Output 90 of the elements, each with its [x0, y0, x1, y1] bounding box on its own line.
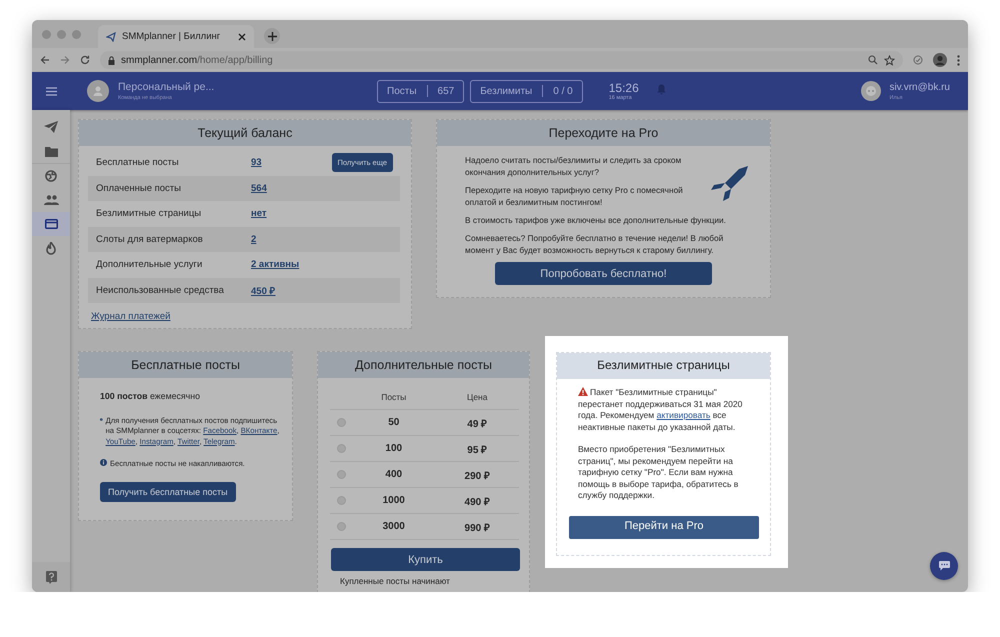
promo-paragraph: Переходите на новую тарифную сетку Pro с помесячной оплатой и безлимитным постингом! — [465, 184, 684, 208]
browser-tab[interactable]: SMMplanner | Биллинг — [98, 25, 254, 48]
radio-button[interactable] — [336, 418, 346, 427]
price: 49 ₽ — [466, 418, 488, 430]
user-avatar[interactable] — [861, 81, 882, 101]
close-icon[interactable] — [238, 32, 246, 40]
balance-label: Оплаченные посты — [96, 182, 182, 194]
card-header: Дополнительные посты — [318, 352, 529, 378]
balance-label: Дополнительные услуги — [96, 259, 204, 270]
column-header: Посты — [380, 392, 408, 402]
balance-label: Слоты для ватермарков — [96, 234, 204, 245]
payment-log-link[interactable]: Журнал платежей — [91, 311, 170, 322]
posts-count: 1000 — [382, 495, 406, 506]
radio-button[interactable] — [336, 470, 346, 479]
menu-icon[interactable] — [957, 54, 960, 66]
globe-icon — [45, 170, 57, 182]
balance-value-link[interactable]: 2 активны — [251, 259, 300, 270]
send-icon — [106, 32, 116, 42]
card-header: Текущий баланс — [79, 120, 411, 146]
promo-paragraph: Сомневаетесь? Попробуйте бесплатно в течение недели! В любой момент у Вас будет возможность вернуться к старому биллингу. — [465, 232, 724, 256]
tab-title: SMMplanner | Биллинг — [122, 31, 222, 42]
new-tab-button[interactable] — [264, 28, 280, 44]
get-free-posts-button[interactable]: Получить бесплатные посты — [100, 482, 236, 502]
rocket-icon — [711, 166, 749, 201]
promo-paragraph: Надоело считать посты/безлимиты и следить за сроком окончания дополнительных услуг? — [465, 154, 682, 178]
purchase-note: Купленные посты начинают — [340, 576, 451, 587]
reload-icon[interactable] — [80, 55, 90, 65]
balance-value-link[interactable]: 93 — [251, 157, 262, 168]
plus-icon — [268, 32, 276, 40]
chat-button[interactable] — [930, 552, 958, 580]
posts-count: 50 — [387, 417, 400, 428]
folder-icon — [44, 146, 58, 156]
buy-button[interactable]: Купить — [331, 548, 520, 571]
posts-count: 100 — [384, 443, 404, 454]
promo-paragraph: В стоимость тарифов уже включены все дополнительные функции. — [465, 214, 727, 226]
menu-icon[interactable] — [46, 86, 56, 96]
price: 290 ₽ — [464, 470, 491, 482]
profile-avatar[interactable] — [933, 53, 947, 67]
posts-count: 3000 — [382, 521, 406, 532]
lock-icon — [108, 56, 115, 64]
counter-label: Посты — [387, 86, 417, 96]
recommendation-text: Вместо приобретения "Безлимитных страниц", мы рекомендуем перейти на тарифную сетку "Pro". Если вам нужна помощь в выборе тарифа, обратитесь в службу поддержки. — [578, 444, 740, 502]
avatar[interactable] — [87, 80, 109, 102]
posts-count: 400 — [384, 469, 404, 480]
help-icon[interactable] — [46, 570, 56, 584]
radio-button[interactable] — [336, 444, 346, 453]
address-bar[interactable]: smmplanner.com/home/app/billing — [100, 51, 903, 69]
people-icon — [44, 195, 58, 205]
balance-label: Неиспользованные средства — [96, 284, 225, 296]
sidebar-item[interactable] — [32, 212, 70, 236]
price: 490 ₽ — [464, 496, 491, 508]
card-header: Переходите на Pro — [437, 120, 770, 146]
warning-icon — [578, 387, 588, 396]
balance-value-link[interactable]: нет — [251, 208, 267, 220]
back-icon[interactable] — [40, 55, 50, 65]
balance-value-link[interactable]: 450 ₽ — [251, 286, 276, 297]
workspace-name[interactable]: Персональный ре... — [118, 81, 214, 93]
chat-icon — [938, 561, 950, 571]
credit-card-icon — [44, 219, 58, 229]
card-header: Безлимитные страницы — [557, 353, 770, 379]
counter-label: Безлимиты — [480, 86, 532, 96]
counter-value: 657 — [438, 86, 454, 96]
monthly-posts-text: 100 постов ежемесячно — [100, 391, 202, 402]
url-text: smmplanner.com/home/app/billing — [121, 54, 273, 66]
info-icon — [100, 459, 107, 466]
user-email: siv.vrn@bk.ru — [889, 82, 950, 92]
counter-chip[interactable]: Безлимиты 0 / 0 — [470, 80, 583, 102]
counter-value: 0 / 0 — [553, 86, 573, 96]
try-free-button[interactable]: Попробовать бесплатно! — [495, 262, 712, 285]
search-icon[interactable] — [868, 55, 878, 65]
balance-value-link[interactable]: 564 — [251, 182, 267, 194]
clock-time: 15:26 — [608, 81, 639, 95]
price: 95 ₽ — [466, 444, 488, 456]
activate-link[interactable]: активировать — [656, 410, 710, 420]
send-icon — [44, 121, 58, 133]
counter-chip[interactable]: Посты 657 — [377, 80, 464, 102]
info-icon — [100, 416, 103, 422]
balance-label: Бесплатные посты — [96, 157, 180, 168]
warning-text: Пакет "Безлимитные страницы" перестанет поддерживаться 31 мая 2020 года. Рекомендуем активировать все неактивные пакеты до указанной даты. — [578, 387, 744, 433]
column-header: Цена — [466, 392, 488, 402]
price: 990 ₽ — [464, 522, 491, 534]
balance-value-link[interactable]: 2 — [251, 234, 256, 245]
flame-icon — [46, 242, 56, 254]
go-pro-button[interactable]: Перейти на Pro — [569, 516, 759, 538]
star-icon[interactable] — [884, 54, 895, 66]
radio-button[interactable] — [336, 496, 346, 505]
radio-button[interactable] — [336, 522, 346, 531]
extension-icon[interactable] — [913, 55, 923, 65]
card-header: Бесплатные посты — [79, 352, 292, 378]
balance-label: Безлимитные страницы — [96, 208, 202, 220]
